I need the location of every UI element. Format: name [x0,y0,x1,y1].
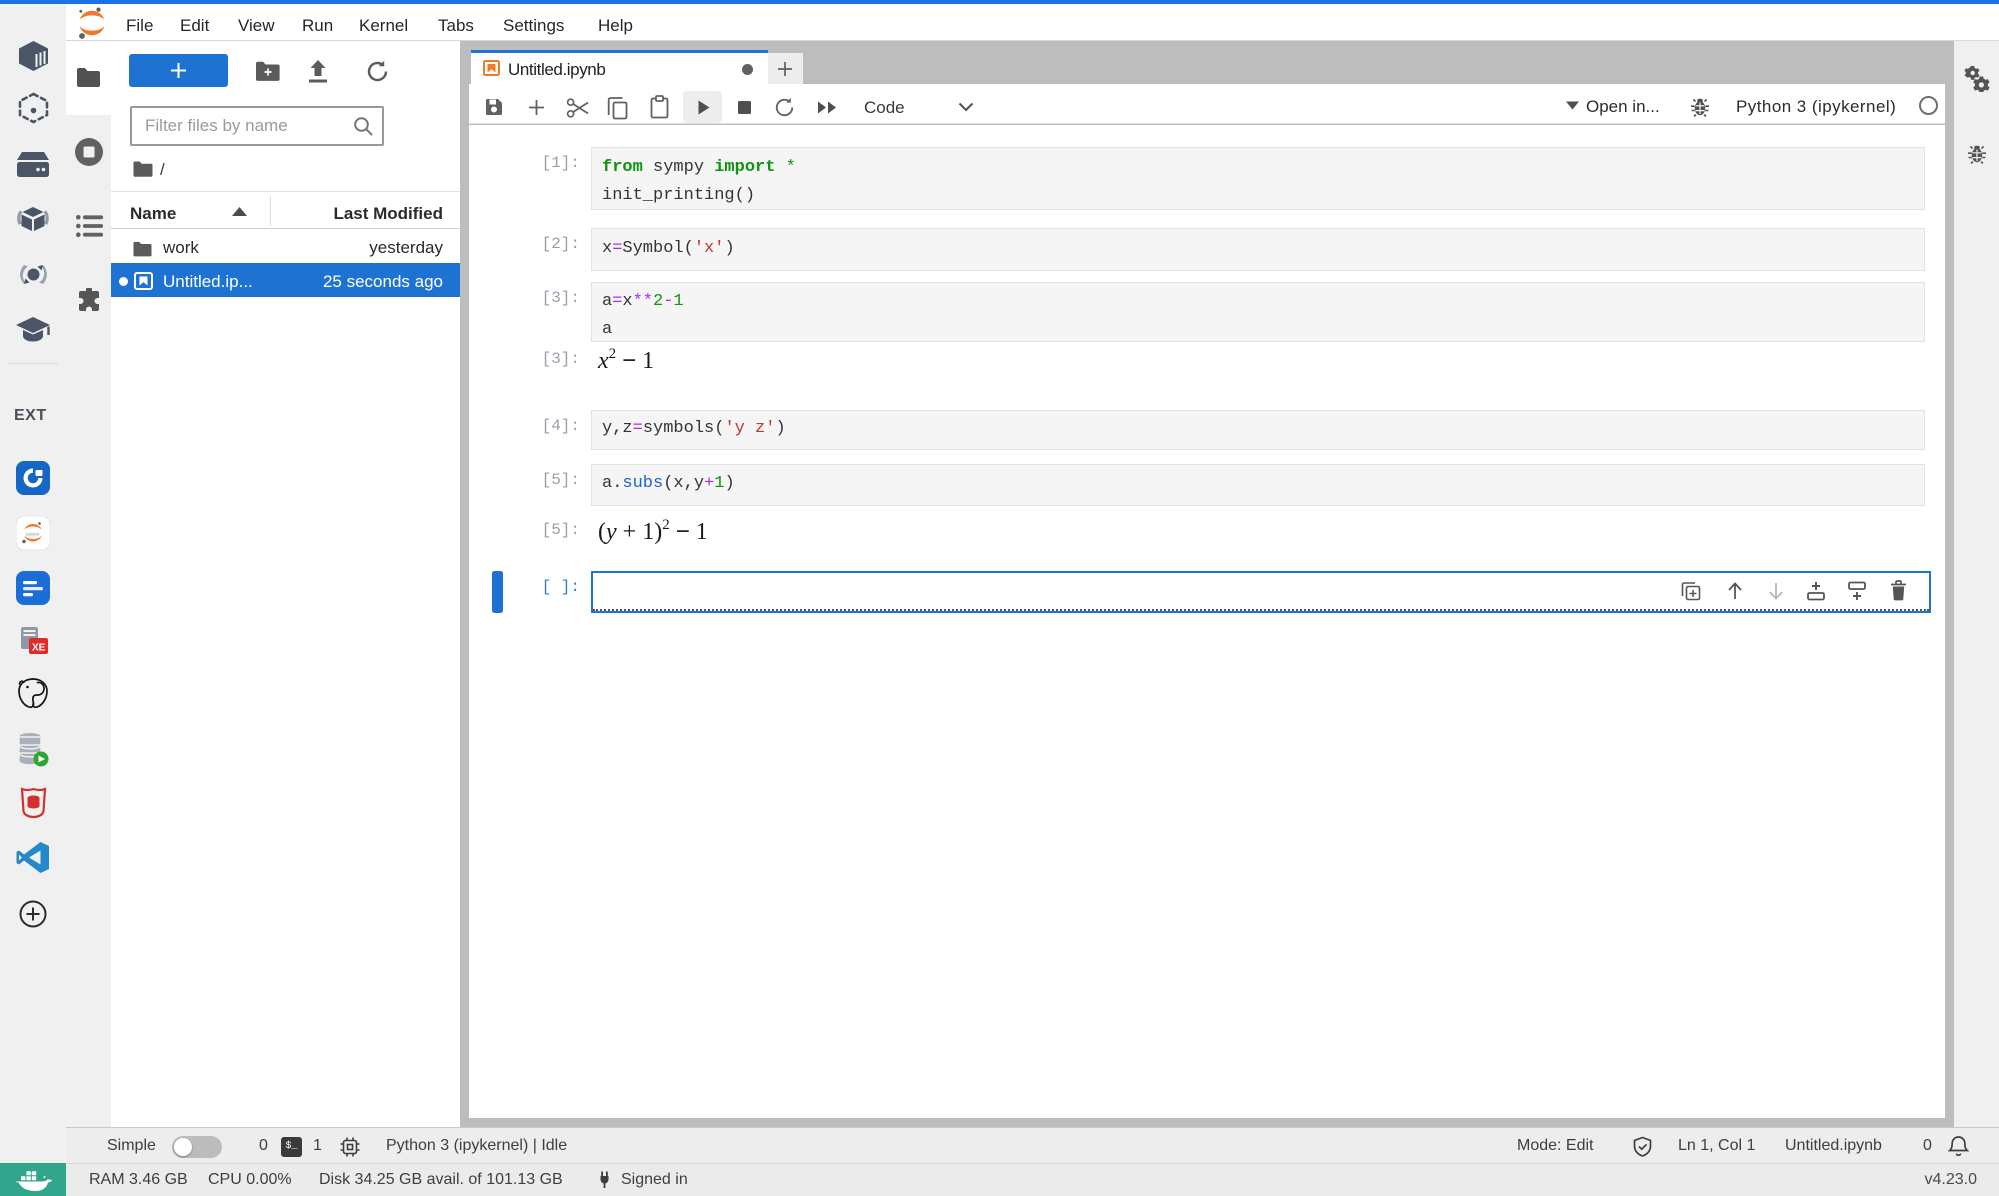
svg-text:jupyter: jupyter [25,532,40,537]
svg-text:XE: XE [32,643,46,654]
